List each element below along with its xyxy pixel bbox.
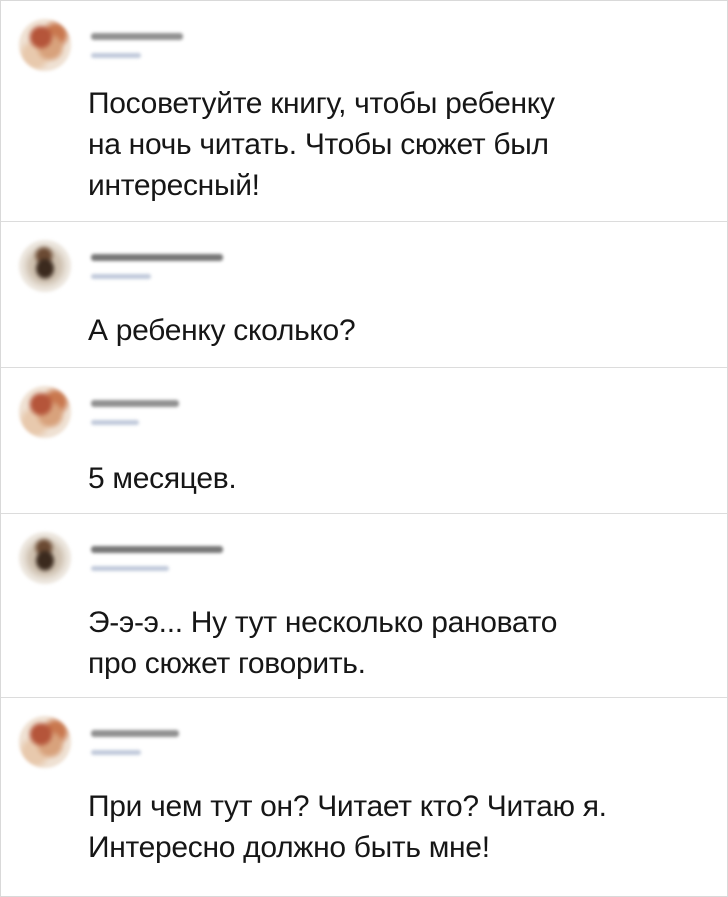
author-name-blurred[interactable] [91, 254, 223, 261]
avatar[interactable] [19, 240, 71, 292]
author-name-blurred[interactable] [91, 33, 183, 40]
comment-text: При чем тут он? Читает кто? Читаю я. Инт… [88, 790, 607, 864]
author-name-blurred[interactable] [91, 730, 179, 737]
avatar[interactable] [19, 532, 71, 584]
comment-text: Э-э-э... Ну тут несколько рановато про с… [88, 606, 558, 680]
avatar[interactable] [19, 386, 71, 438]
avatar[interactable] [19, 716, 71, 768]
author-meta [91, 27, 201, 67]
timestamp-blurred [91, 566, 169, 571]
author-meta [91, 724, 201, 764]
comment-thread: Посоветуйте книгу, чтобы ребенку на ночь… [0, 0, 728, 897]
comment-card: 5 месяцев. [1, 368, 727, 514]
author-meta [91, 248, 223, 288]
timestamp-blurred [91, 53, 141, 58]
timestamp-blurred [91, 274, 151, 279]
comment-text: Посоветуйте книгу, чтобы ребенку на ночь… [88, 87, 555, 202]
avatar[interactable] [19, 19, 71, 71]
comment-text: 5 месяцев. [88, 462, 237, 495]
author-meta [91, 394, 201, 434]
author-meta [91, 540, 223, 580]
timestamp-blurred [91, 420, 139, 425]
comment-text: А ребенку сколько? [88, 314, 356, 347]
timestamp-blurred [91, 750, 141, 755]
author-name-blurred[interactable] [91, 400, 179, 407]
comment-card: Посоветуйте книгу, чтобы ребенку на ночь… [1, 1, 727, 222]
author-name-blurred[interactable] [91, 546, 223, 553]
comment-card: Э-э-э... Ну тут несколько рановато про с… [1, 514, 727, 698]
comment-card: При чем тут он? Читает кто? Читаю я. Инт… [1, 698, 727, 896]
comment-card: А ребенку сколько? [1, 222, 727, 368]
